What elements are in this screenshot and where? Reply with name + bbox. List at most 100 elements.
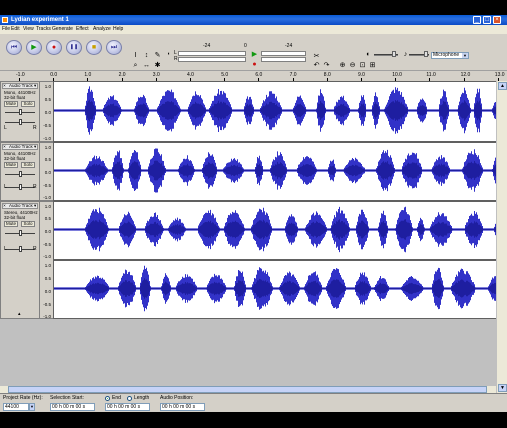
project-rate-select[interactable]: 44100 bbox=[3, 403, 29, 411]
pan-thumb[interactable] bbox=[19, 246, 22, 252]
end-label: End bbox=[112, 395, 121, 401]
input-source-select[interactable]: Microphone ▼ bbox=[431, 52, 469, 59]
zoom-in-icon[interactable]: ⊕ bbox=[338, 61, 347, 70]
waveform-display-left[interactable] bbox=[53, 201, 503, 260]
close-track-icon[interactable]: × bbox=[2, 83, 7, 89]
scale-label: 0.5 bbox=[44, 216, 51, 221]
pause-button[interactable]: ❚❚ bbox=[66, 40, 82, 55]
fit-project-icon[interactable]: ⊞ bbox=[368, 61, 377, 70]
pan-left-label: L bbox=[4, 125, 7, 131]
selection-tool-icon[interactable]: I bbox=[131, 51, 140, 60]
scroll-down-icon[interactable]: ▼ bbox=[498, 384, 507, 392]
vertical-scrollbar[interactable]: ▲ ▼ bbox=[496, 81, 507, 395]
cut-icon[interactable]: ✂ bbox=[312, 52, 321, 61]
menu-bar: File Edit View Tracks Generate Effect An… bbox=[0, 25, 507, 34]
multi-tool-icon[interactable]: ✱ bbox=[153, 61, 162, 70]
skip-to-start-button[interactable]: ⏮ bbox=[6, 40, 22, 55]
scale-label: 0.0 bbox=[44, 229, 51, 234]
input-meter-right bbox=[261, 57, 306, 62]
horizontal-scrollbar[interactable] bbox=[0, 386, 496, 393]
undo-icon[interactable]: ↶ bbox=[312, 61, 321, 70]
speaker-icon: ◖ bbox=[167, 51, 171, 57]
mute-button[interactable]: Mute bbox=[4, 221, 18, 227]
output-volume-thumb[interactable] bbox=[392, 51, 396, 57]
audio-position-field[interactable]: 00 h 00 m 00 s bbox=[160, 403, 205, 411]
record-icon: ● bbox=[51, 44, 57, 51]
selection-start-label: Selection Start: bbox=[50, 395, 84, 401]
pan-thumb[interactable] bbox=[19, 184, 22, 190]
skip-end-icon: ⏭ bbox=[110, 44, 118, 51]
stop-button[interactable]: ■ bbox=[86, 40, 102, 55]
close-button[interactable]: × bbox=[493, 16, 501, 24]
audio-track-3-stereo: Audio Track ▾ × Stereo, 44100Hz 32-bit f… bbox=[0, 201, 503, 319]
selection-bar: Project Rate (Hz): 44100 ▼ Selection Sta… bbox=[0, 393, 507, 412]
mute-button[interactable]: Mute bbox=[4, 101, 18, 107]
menu-generate[interactable]: Generate bbox=[52, 26, 73, 33]
menu-effect[interactable]: Effect bbox=[76, 26, 89, 33]
gain-thumb[interactable] bbox=[19, 171, 22, 177]
audacity-window: Lydian experiment 1 _ □ × File Edit View… bbox=[0, 15, 507, 412]
pan-left-label: L bbox=[4, 184, 7, 190]
zoom-tool-icon[interactable]: ⌕ bbox=[131, 61, 140, 70]
waveform bbox=[54, 206, 500, 253]
minimize-button[interactable]: _ bbox=[473, 16, 481, 24]
mute-button[interactable]: Mute bbox=[4, 162, 18, 168]
chevron-down-icon[interactable]: ▼ bbox=[29, 403, 35, 411]
track-name-menu[interactable]: Audio Track ▾ bbox=[2, 203, 38, 209]
scroll-up-icon[interactable]: ▲ bbox=[498, 82, 507, 90]
fit-selection-icon[interactable]: ⊡ bbox=[358, 61, 367, 70]
empty-track-area[interactable] bbox=[0, 319, 503, 389]
monitor-record-icon[interactable]: ● bbox=[250, 60, 259, 69]
menu-tracks[interactable]: Tracks bbox=[36, 26, 51, 33]
record-button[interactable]: ● bbox=[46, 40, 62, 55]
envelope-tool-icon[interactable]: ↕ bbox=[142, 51, 151, 60]
input-volume-thumb[interactable] bbox=[424, 51, 428, 57]
selection-start-field[interactable]: 00 h 00 m 00 s bbox=[50, 403, 95, 411]
waveform-display[interactable] bbox=[53, 81, 503, 142]
solo-button[interactable]: Solo bbox=[21, 101, 35, 107]
gain-thumb[interactable] bbox=[19, 230, 22, 236]
collapse-arrow-icon[interactable]: ▴ bbox=[18, 312, 21, 317]
pan-right-label: R bbox=[33, 125, 37, 131]
gain-thumb[interactable] bbox=[19, 109, 22, 115]
ruler-tick-label: -1.0 bbox=[16, 72, 25, 78]
audio-track-2: Audio Track ▾ × Mono, 44100Hz 32-bit flo… bbox=[0, 142, 503, 201]
pan-thumb[interactable] bbox=[19, 119, 22, 125]
end-radio[interactable] bbox=[105, 396, 110, 401]
solo-button[interactable]: Solo bbox=[21, 221, 35, 227]
menu-view[interactable]: View bbox=[23, 26, 34, 33]
track-control-panel: Audio Track ▾ × Mono, 44100Hz 32-bit flo… bbox=[0, 142, 40, 201]
scale-label: 0.5 bbox=[44, 276, 51, 281]
waveform-display[interactable] bbox=[53, 142, 503, 201]
close-track-icon[interactable]: × bbox=[2, 203, 7, 209]
timeline-ruler[interactable]: -1.0 0.0 1.0 2.0 3.0 4.0 5.0 6.0 7.0 8.0 9.0 10.0 11… bbox=[0, 71, 507, 81]
amplitude-ruler: 1.0 0.5 0.0 -0.5 -1.0 bbox=[40, 81, 53, 142]
title-bar: Lydian experiment 1 _ □ × bbox=[0, 15, 507, 25]
maximize-button[interactable]: □ bbox=[483, 16, 491, 24]
timeshift-tool-icon[interactable]: ↔ bbox=[142, 61, 151, 70]
waveform bbox=[54, 265, 500, 312]
skip-to-end-button[interactable]: ⏭ bbox=[106, 40, 122, 55]
selection-end-field[interactable]: 00 h 00 m 00 s bbox=[105, 403, 150, 411]
solo-button[interactable]: Solo bbox=[21, 162, 35, 168]
track-format: 32-bit float bbox=[4, 215, 26, 220]
menu-file[interactable]: File bbox=[2, 26, 10, 33]
project-rate-label: Project Rate (Hz): bbox=[3, 395, 43, 401]
track-name-menu[interactable]: Audio Track ▾ bbox=[2, 144, 38, 150]
scale-label: -1.0 bbox=[43, 254, 51, 259]
scale-label: 0.0 bbox=[44, 170, 51, 175]
menu-analyze[interactable]: Analyze bbox=[93, 26, 111, 33]
horizontal-scroll-thumb[interactable] bbox=[8, 386, 487, 393]
waveform-display-right[interactable] bbox=[53, 260, 503, 319]
length-radio[interactable] bbox=[127, 396, 132, 401]
scale-label: 1.0 bbox=[44, 84, 51, 89]
track-name-menu[interactable]: Audio Track ▾ bbox=[2, 83, 38, 89]
close-track-icon[interactable]: × bbox=[2, 144, 7, 150]
menu-help[interactable]: Help bbox=[113, 26, 123, 33]
play-button[interactable]: ▶ bbox=[26, 40, 42, 55]
redo-icon[interactable]: ↷ bbox=[322, 61, 331, 70]
monitor-play-icon[interactable]: ▶ bbox=[250, 50, 259, 59]
menu-edit[interactable]: Edit bbox=[11, 26, 20, 33]
draw-tool-icon[interactable]: ✎ bbox=[153, 51, 162, 60]
zoom-out-icon[interactable]: ⊖ bbox=[348, 61, 357, 70]
